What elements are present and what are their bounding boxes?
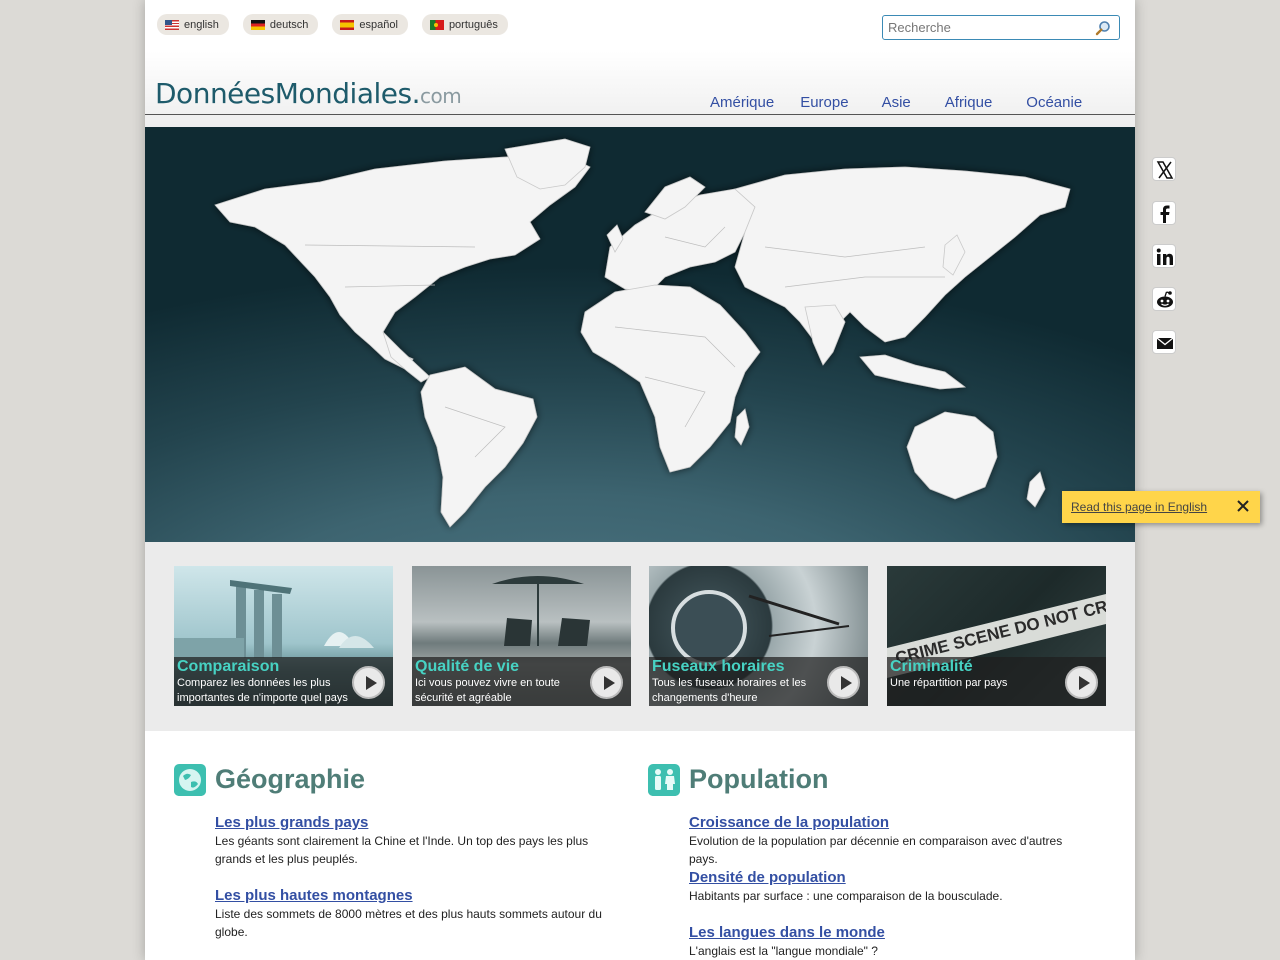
play-arrow-icon[interactable] <box>590 666 623 699</box>
reddit-icon <box>1157 291 1173 308</box>
item-description: Habitants par surface : une comparaison … <box>689 889 1003 903</box>
tile-description: Une répartition par pays <box>890 677 1008 689</box>
list-item: Croissance de la population Evolution de… <box>689 814 1084 868</box>
link-croissance-population[interactable]: Croissance de la population <box>689 814 1084 831</box>
people-icon <box>648 764 680 796</box>
share-x-button[interactable] <box>1152 157 1176 181</box>
tile-title: Comparaison <box>177 658 280 675</box>
link-plus-hautes-montagnes[interactable]: Les plus hautes montagnes <box>215 887 610 904</box>
list-item: Les langues dans le monde L'anglais est … <box>689 924 1084 960</box>
play-arrow-icon[interactable] <box>827 666 860 699</box>
tile-description: Ici vous pouvez vivre en toute sécurité … <box>415 677 560 704</box>
logo-suffix: com <box>419 84 462 108</box>
lang-english[interactable]: english <box>157 14 229 35</box>
logo-dot: . <box>411 77 421 110</box>
us-flag-icon <box>165 19 179 30</box>
portugal-flag-icon <box>429 19 444 30</box>
header-divider <box>145 114 1135 115</box>
lang-label: português <box>448 18 498 31</box>
list-item: Les plus grands pays Les géants sont cla… <box>215 814 610 868</box>
nav-item-asie[interactable]: Asie <box>882 94 911 111</box>
share-facebook-button[interactable] <box>1152 201 1176 225</box>
section-title: Géographie <box>215 764 366 794</box>
germany-flag-icon <box>250 19 265 30</box>
site-logo[interactable]: DonnéesMondiales.com <box>155 77 462 110</box>
facebook-icon <box>1160 205 1170 223</box>
item-description: L'anglais est la "langue mondiale" ? <box>689 944 878 958</box>
link-densite-population[interactable]: Densité de population <box>689 869 1084 886</box>
share-email-button[interactable] <box>1152 330 1176 354</box>
play-arrow-icon[interactable] <box>1065 666 1098 699</box>
link-plus-grands-pays[interactable]: Les plus grands pays <box>215 814 610 831</box>
tile-description: Tous les fuseaux horaires et les changem… <box>652 677 807 704</box>
world-map-image <box>214 138 1071 528</box>
x-icon <box>1156 161 1174 179</box>
translate-popup: Read this page in English <box>1062 491 1260 523</box>
read-in-english-link[interactable]: Read this page in English <box>1071 500 1207 514</box>
lang-deutsch[interactable]: deutsch <box>242 14 319 35</box>
world-map-hero[interactable] <box>145 127 1135 542</box>
search-icon[interactable] <box>1095 20 1111 36</box>
nav-item-europe[interactable]: Europe <box>800 94 848 111</box>
feature-tiles: Comparaison Comparez les données les plu… <box>145 542 1135 731</box>
item-description: Evolution de la population par décennie … <box>689 834 1063 866</box>
share-reddit-button[interactable] <box>1152 287 1176 311</box>
tile-title: Fuseaux horaires <box>652 658 785 675</box>
item-description: Liste des sommets de 8000 mètres et des … <box>215 907 602 939</box>
play-arrow-icon[interactable] <box>352 666 385 699</box>
page-container: english deutsch español português Recher… <box>145 0 1135 960</box>
close-icon[interactable] <box>1234 497 1252 515</box>
list-item: Les plus hautes montagnes Liste des somm… <box>215 887 610 941</box>
tile-criminalite[interactable]: CRIME SCENE DO NOT CROSS Criminalité Une… <box>887 566 1106 706</box>
list-item: Densité de population Habitants par surf… <box>689 869 1084 905</box>
tile-fuseaux-horaires[interactable]: Fuseaux horaires Tous les fuseaux horair… <box>649 566 868 706</box>
search-input[interactable] <box>883 16 1083 39</box>
logo-main-text: DonnéesMondiales <box>155 77 412 110</box>
nav-item-amerique[interactable]: Amérique <box>710 94 774 111</box>
tile-title: Criminalité <box>890 658 973 675</box>
email-icon <box>1156 337 1174 349</box>
tile-qualite-de-vie[interactable]: Qualité de vie Ici vous pouvez vivre en … <box>412 566 631 706</box>
lang-portugues[interactable]: português <box>421 14 508 35</box>
tile-comparaison[interactable]: Comparaison Comparez les données les plu… <box>174 566 393 706</box>
link-langues-monde[interactable]: Les langues dans le monde <box>689 924 1084 941</box>
spain-flag-icon <box>340 19 355 30</box>
share-linkedin-button[interactable] <box>1152 244 1176 268</box>
tile-title: Qualité de vie <box>415 658 520 675</box>
search-box <box>882 15 1120 40</box>
tile-description: Comparez les données les plus importante… <box>177 677 348 704</box>
linkedin-icon <box>1156 248 1173 265</box>
language-switcher: english deutsch español português <box>157 14 508 35</box>
item-description: Les géants sont clairement la Chine et l… <box>215 834 589 866</box>
lang-label: español <box>359 18 398 31</box>
region-nav: Amérique Europe Asie Afrique Océanie <box>693 94 1082 111</box>
section-title: Population <box>689 764 829 794</box>
globe-icon <box>174 764 206 796</box>
nav-item-afrique[interactable]: Afrique <box>945 94 993 111</box>
header: english deutsch español português Recher… <box>145 0 1135 127</box>
nav-item-oceanie[interactable]: Océanie <box>1026 94 1082 111</box>
lang-label: english <box>184 18 219 31</box>
lang-label: deutsch <box>269 18 309 31</box>
lang-espanol[interactable]: español <box>332 14 408 35</box>
